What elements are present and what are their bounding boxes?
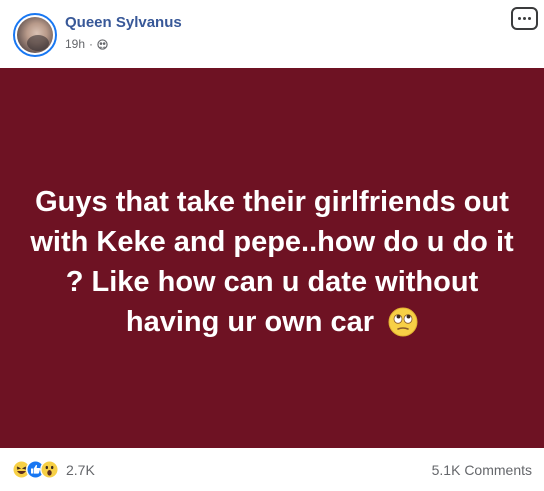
more-dot-icon — [523, 17, 526, 20]
post-footer: 2.7K 5.1K Comments — [0, 448, 544, 491]
reaction-count[interactable]: 2.7K — [66, 462, 95, 478]
meta-separator: · — [89, 37, 94, 51]
avatar[interactable] — [13, 13, 57, 57]
post-time[interactable]: 19h — [65, 37, 85, 51]
friends-globe-icon[interactable] — [97, 38, 108, 50]
avatar-photo — [17, 17, 53, 53]
author-name[interactable]: Queen Sylvanus — [65, 14, 182, 31]
rolling-eyes-emoji-icon — [388, 307, 418, 337]
more-dot-icon — [528, 17, 531, 20]
post-text: Guys that take their girlfriends out wit… — [30, 186, 514, 338]
post-text-wrapper: Guys that take their girlfriends out wit… — [22, 182, 522, 342]
comments-count-link[interactable]: 5.1K Comments — [432, 462, 532, 478]
wow-reaction-icon — [40, 460, 59, 479]
post-header: Queen Sylvanus 19h · — [0, 0, 544, 68]
more-options-button[interactable] — [511, 7, 538, 30]
facebook-post: Queen Sylvanus 19h · Guys that take thei… — [0, 0, 544, 491]
post-meta: 19h · — [65, 37, 108, 51]
post-content-background: Guys that take their girlfriends out wit… — [0, 68, 544, 448]
reactions-summary[interactable]: 2.7K — [12, 460, 95, 479]
more-dot-icon — [518, 17, 521, 20]
